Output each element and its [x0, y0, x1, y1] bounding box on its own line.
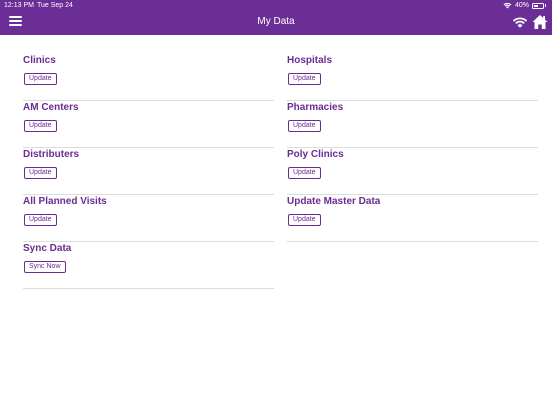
update-planned-visits-button[interactable]: Update — [24, 214, 57, 226]
item-title: AM Centers — [23, 102, 79, 113]
item-all-planned-visits: All Planned Visits Update — [23, 195, 274, 242]
wifi-icon[interactable] — [512, 15, 528, 29]
home-icon[interactable] — [532, 14, 548, 30]
item-title: Update Master Data — [287, 196, 381, 207]
update-distributers-button[interactable]: Update — [24, 167, 57, 179]
wifi-status-icon — [503, 2, 512, 9]
update-master-data-button[interactable]: Update — [288, 214, 321, 226]
item-title: Poly Clinics — [287, 149, 344, 160]
sync-now-button[interactable]: Sync Now — [24, 261, 66, 273]
top-bar: 12:13 PM Tue Sep 24 40% My Data — [0, 0, 552, 35]
item-pharmacies: Pharmacies Update — [287, 101, 538, 148]
item-title: Clinics — [23, 55, 56, 66]
status-bar: 12:13 PM Tue Sep 24 40% — [0, 0, 552, 11]
status-right: 40% — [503, 0, 546, 11]
battery-tip — [545, 4, 546, 7]
update-am-centers-button[interactable]: Update — [24, 120, 57, 132]
update-poly-clinics-button[interactable]: Update — [288, 167, 321, 179]
update-hospitals-button[interactable]: Update — [288, 73, 321, 85]
item-update-master-data: Update Master Data Update — [287, 195, 538, 242]
status-date: Tue Sep 24 — [37, 2, 73, 9]
battery-icon — [532, 2, 544, 9]
item-distributers: Distributers Update — [23, 148, 274, 195]
item-title: Hospitals — [287, 55, 333, 66]
battery-percent: 40% — [514, 2, 529, 9]
item-title: All Planned Visits — [23, 196, 107, 207]
item-title: Distributers — [23, 149, 80, 160]
item-title: Pharmacies — [287, 102, 344, 113]
item-am-centers: AM Centers Update — [23, 101, 274, 148]
item-title: Sync Data — [23, 243, 72, 254]
item-clinics: Clinics Update — [23, 54, 274, 101]
item-sync-data: Sync Data Sync Now — [23, 242, 274, 289]
page-title: My Data — [257, 16, 295, 27]
item-poly-clinics: Poly Clinics Update — [287, 148, 538, 195]
update-clinics-button[interactable]: Update — [24, 73, 57, 85]
update-pharmacies-button[interactable]: Update — [288, 120, 321, 132]
status-time: 12:13 PM — [4, 2, 34, 9]
item-hospitals: Hospitals Update — [287, 54, 538, 101]
